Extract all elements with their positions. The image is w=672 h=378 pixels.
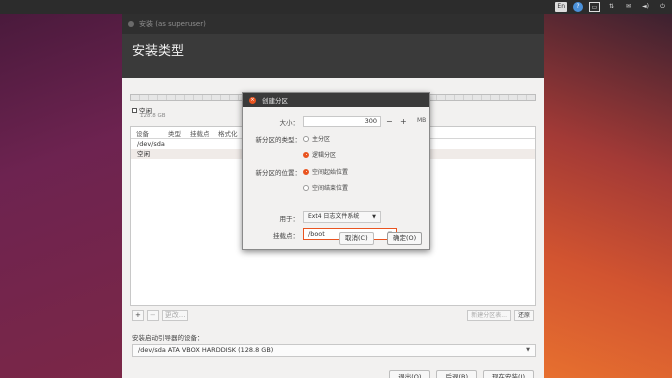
radio-on-icon — [303, 168, 309, 175]
window-titlebar: 安装 (as superuser) — [122, 14, 544, 34]
column-header[interactable]: 类型 — [163, 128, 185, 138]
mount-point-value: /boot — [308, 230, 325, 238]
bootloader-label: 安装启动引导器的设备： — [132, 334, 204, 342]
keyboard-icon[interactable]: En — [555, 2, 567, 12]
dialog-title: 创建分区 — [262, 97, 288, 105]
wallpaper-left — [0, 14, 124, 378]
table-actions-right: 新建分区表... 还原 — [467, 310, 534, 321]
power-icon[interactable]: ⏻ — [657, 2, 668, 12]
location-start-radio[interactable]: 空间起始位置 — [303, 167, 348, 176]
legend-swatch — [132, 107, 137, 113]
ok-button[interactable]: 确定(O) — [387, 232, 423, 245]
free-space-size: 128.8 GB — [140, 113, 166, 119]
change-partition-button[interactable]: 更改... — [161, 310, 189, 321]
footer-buttons: 退出(Q) 后退(B) 现在安装(I) — [389, 370, 534, 378]
network-icon[interactable]: ⇅ — [606, 2, 617, 12]
top-panel: En ? ▭ ⇅ ✉ ◄) ⏻ — [0, 0, 672, 14]
size-input[interactable]: 300 — [303, 116, 381, 127]
add-partition-button[interactable]: + — [132, 310, 144, 321]
type-logical-radio[interactable]: 逻辑分区 — [303, 150, 336, 159]
window-title: 安装 (as superuser) — [139, 20, 206, 28]
radio-off-icon — [303, 184, 309, 191]
quit-button[interactable]: 退出(Q) — [389, 370, 431, 378]
size-label: 大小： — [279, 119, 300, 127]
window-close-icon[interactable] — [128, 21, 134, 27]
column-header[interactable]: 挂载点 — [185, 128, 213, 138]
chevron-down-icon: ▼ — [526, 347, 530, 353]
battery-icon[interactable]: ▭ — [589, 2, 600, 12]
location-end-label: 空间结束位置 — [312, 185, 349, 192]
system-tray: En ? ▭ ⇅ ✉ ◄) ⏻ — [555, 2, 668, 12]
partition-type-label: 新分区的类型： — [255, 136, 302, 144]
table-actions: + − 更改... — [132, 310, 189, 321]
column-header[interactable]: 设备 — [131, 128, 163, 138]
mail-icon[interactable]: ✉ — [623, 2, 634, 12]
type-primary-radio[interactable]: 主分区 — [303, 134, 330, 143]
location-start-label: 空间起始位置 — [312, 169, 349, 176]
radio-off-icon — [303, 135, 309, 142]
type-primary-label: 主分区 — [312, 136, 331, 143]
size-increment-button[interactable]: + — [400, 116, 407, 127]
back-button[interactable]: 后退(B) — [436, 370, 477, 378]
bootloader-device-select[interactable]: /dev/sda ATA VBOX HARDDISK (128.8 GB) ▼ — [132, 344, 536, 357]
column-header[interactable]: 格式化 — [213, 128, 243, 138]
page-title: 安装类型 — [122, 34, 544, 78]
type-logical-label: 逻辑分区 — [312, 152, 337, 159]
volume-icon[interactable]: ◄) — [640, 2, 651, 12]
remove-partition-button[interactable]: − — [146, 310, 159, 321]
create-partition-dialog: × 创建分区 大小： 300 − + MB 新分区的类型： 主分区 逻辑分区 新… — [242, 92, 430, 250]
size-unit: MB — [417, 117, 427, 124]
bootloader-device-value: /dev/sda ATA VBOX HARDDISK (128.8 GB) — [138, 346, 274, 354]
dialog-body: 大小： 300 − + MB 新分区的类型： 主分区 逻辑分区 新分区的位置： … — [243, 107, 429, 251]
mount-point-label: 挂载点： — [273, 232, 299, 240]
location-end-radio[interactable]: 空间结束位置 — [303, 183, 348, 192]
revert-button[interactable]: 还原 — [513, 310, 534, 321]
install-now-button[interactable]: 现在安装(I) — [483, 370, 534, 378]
dialog-titlebar: × 创建分区 — [243, 93, 429, 107]
partition-location-label: 新分区的位置： — [255, 169, 302, 177]
radio-on-icon — [303, 151, 309, 158]
close-icon[interactable]: × — [249, 96, 256, 104]
filesystem-value: Ext4 日志文件系统 — [308, 213, 360, 220]
size-decrement-button[interactable]: − — [386, 116, 393, 127]
cancel-button[interactable]: 取消(C) — [339, 232, 374, 245]
wallpaper-right — [544, 14, 672, 378]
chevron-down-icon: ▼ — [372, 214, 376, 220]
help-icon[interactable]: ? — [573, 2, 583, 12]
use-as-label: 用于： — [279, 215, 300, 223]
new-partition-table-button[interactable]: 新建分区表... — [467, 310, 511, 321]
filesystem-select[interactable]: Ext4 日志文件系统 ▼ — [303, 211, 381, 223]
